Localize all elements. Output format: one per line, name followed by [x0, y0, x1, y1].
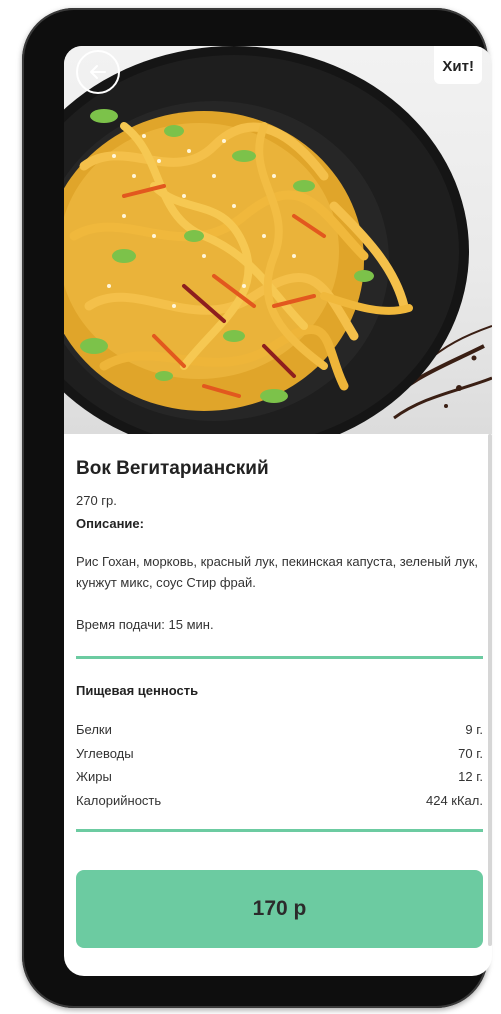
nutrition-value: 9 г.: [465, 722, 483, 737]
nutrition-row: Углеводы 70 г.: [76, 742, 483, 766]
nutrition-row: Жиры 12 г.: [76, 765, 483, 789]
serve-time: Время подачи: 15 мин.: [76, 617, 214, 632]
product-title: Вок Вегитарианский: [76, 458, 269, 479]
phone-frame: Хит! Вок Вегитарианский 270 гр. Описание…: [22, 8, 492, 1008]
product-weight: 270 гр.: [76, 493, 117, 508]
description-label: Описание:: [76, 516, 144, 531]
product-details: Вок Вегитарианский 270 гр. Описание: Рис…: [64, 434, 492, 976]
scrollbar[interactable]: [488, 434, 492, 946]
nutrition-table: Белки 9 г. Углеводы 70 г. Жиры 12 г. Кал…: [76, 718, 483, 812]
nutrition-name: Калорийность: [76, 792, 162, 808]
nutrition-name: Углеводы: [76, 745, 134, 761]
wok-noodles-illustration: [64, 46, 492, 434]
product-image: Хит!: [64, 46, 492, 434]
nutrition-name: Жиры: [76, 769, 112, 784]
app-screen: Хит! Вок Вегитарианский 270 гр. Описание…: [64, 46, 492, 976]
arrow-left-icon: [90, 65, 106, 79]
price-button[interactable]: 170 р: [76, 870, 483, 948]
nutrition-name: Белки: [76, 722, 112, 737]
nutrition-row: Калорийность 424 кКал.: [76, 789, 483, 813]
hit-badge: Хит!: [434, 46, 482, 84]
description-text: Рис Гохан, морковь, красный лук, пекинск…: [76, 554, 479, 590]
nutrition-value: 70 г.: [458, 745, 483, 761]
back-button[interactable]: [76, 50, 120, 94]
nutrition-value: 12 г.: [458, 769, 483, 784]
nutrition-value: 424 кКал.: [426, 792, 483, 808]
nutrition-title: Пищевая ценность: [76, 683, 199, 698]
nutrition-row: Белки 9 г.: [76, 718, 483, 742]
divider: [76, 656, 483, 659]
divider: [76, 829, 483, 832]
